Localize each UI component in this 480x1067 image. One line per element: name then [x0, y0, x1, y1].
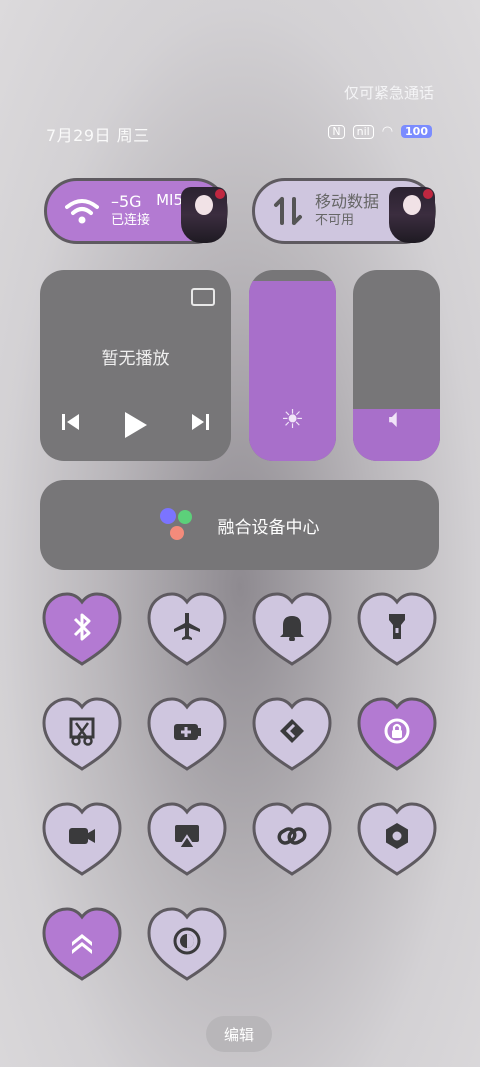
- mobile-data-icon: [274, 197, 302, 225]
- avatar-sticker: [181, 187, 227, 243]
- play-icon[interactable]: [121, 410, 149, 440]
- nfc-toggle[interactable]: [355, 800, 439, 878]
- screenshot-icon: [69, 717, 95, 746]
- airplane-toggle[interactable]: [145, 590, 229, 668]
- link-toggle[interactable]: [250, 800, 334, 878]
- screenshot-toggle[interactable]: [40, 695, 124, 773]
- wifi-tile[interactable]: –5G 已连接 MI5: [44, 178, 228, 244]
- dark-mode-toggle[interactable]: [145, 905, 229, 983]
- brightness-slider[interactable]: ☀: [249, 270, 336, 461]
- wifi-name: –5G: [111, 192, 142, 211]
- mobile-data-tile[interactable]: 移动数据 不可用: [252, 178, 436, 244]
- wifi-status-icon: ◠: [381, 124, 394, 139]
- bluetooth-toggle[interactable]: [40, 590, 124, 668]
- performance-mode-toggle[interactable]: [40, 905, 124, 983]
- cast-icon[interactable]: [191, 288, 215, 306]
- next-track-icon[interactable]: [188, 410, 212, 434]
- sim-status-icon: nil: [352, 124, 374, 139]
- battery-saver-toggle[interactable]: [145, 695, 229, 773]
- wifi-status: 已连接: [111, 213, 151, 228]
- status-icons: N nil ◠ 100: [328, 124, 432, 139]
- performance-mode-icon: [72, 934, 92, 954]
- bluetooth-icon: [73, 613, 91, 641]
- no-playback-text: 暂无播放: [101, 349, 170, 369]
- fusion-device-center[interactable]: 融合设备中心: [40, 480, 439, 570]
- fusion-device-center-label: 融合设备中心: [217, 517, 320, 538]
- flashlight-icon: [389, 614, 405, 639]
- nfc-status-icon: N: [328, 124, 345, 139]
- mobile-data-label: 移动数据: [315, 192, 380, 211]
- airplane-icon: [174, 613, 200, 640]
- nearby-share-icon: [280, 719, 304, 743]
- rotation-lock-toggle[interactable]: [355, 695, 439, 773]
- date-text: 7月29日 周三: [46, 126, 150, 145]
- previous-track-icon[interactable]: [59, 410, 83, 434]
- flashlight-toggle[interactable]: [355, 590, 439, 668]
- sun-icon: ☀: [280, 405, 305, 435]
- screen-record-icon: [69, 828, 95, 844]
- edit-button[interactable]: 编辑: [206, 1016, 272, 1052]
- screen-cast-toggle[interactable]: [145, 800, 229, 878]
- screen-cast-icon: [175, 825, 199, 849]
- dark-mode-icon: [173, 927, 201, 955]
- link-icon: [277, 827, 307, 845]
- speaker-icon: 🔈︎: [388, 404, 405, 434]
- nearby-share-toggle[interactable]: [250, 695, 334, 773]
- wifi-icon: [65, 199, 99, 224]
- nfc-icon: [386, 823, 408, 849]
- screen-record-toggle[interactable]: [40, 800, 124, 878]
- media-player-card[interactable]: 暂无播放: [40, 270, 231, 461]
- avatar-sticker: [389, 187, 435, 243]
- emergency-calls-only-text: 仅可紧急通话: [343, 84, 434, 102]
- fusion-devices-icon: [159, 508, 200, 542]
- wifi-name-suffix: MI5: [156, 191, 183, 209]
- battery-saver-icon: [174, 724, 201, 740]
- battery-indicator: 100: [401, 125, 432, 138]
- mobile-data-status: 不可用: [315, 213, 355, 228]
- volume-slider[interactable]: 🔈︎: [353, 270, 440, 461]
- bell-icon: [280, 616, 304, 641]
- rotation-lock-icon: [384, 718, 410, 744]
- bell-toggle[interactable]: [250, 590, 334, 668]
